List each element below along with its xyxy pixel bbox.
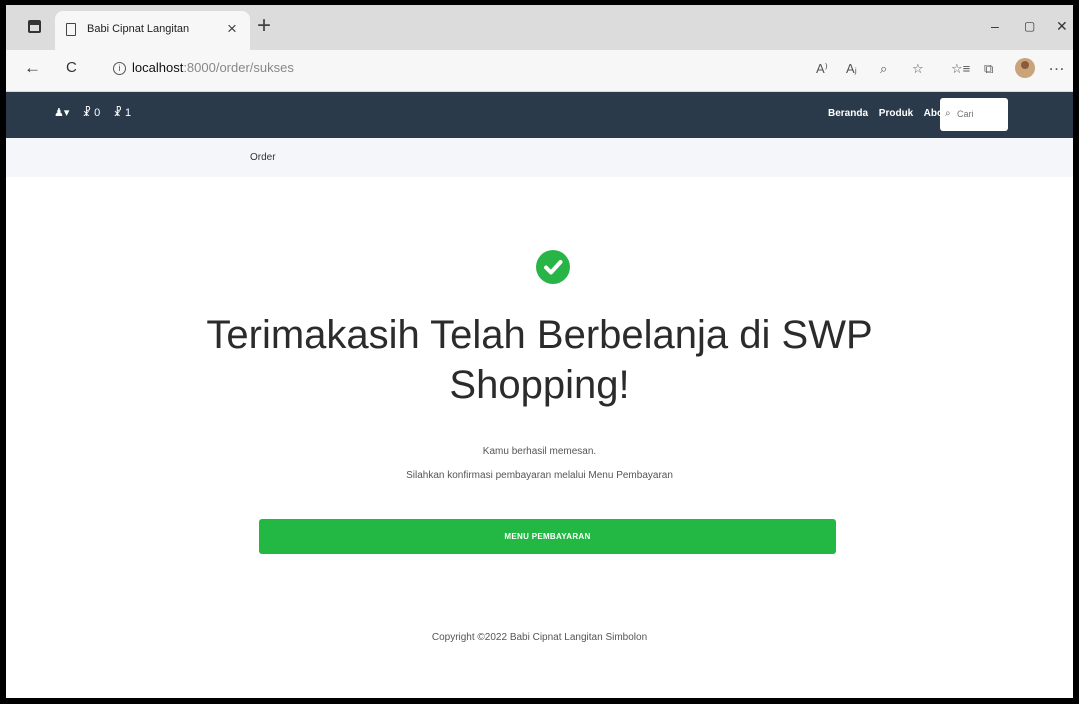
- search-input[interactable]: [957, 107, 1002, 121]
- immersive-reader-icon[interactable]: Aⱼ: [846, 61, 857, 77]
- navbar-left: ♟▾ ☧ 0 ☧ 1: [54, 106, 141, 119]
- browser-tab[interactable]: Babi Cipnat Langitan ×: [55, 11, 250, 50]
- title-line-1: Terimakasih Telah Berbelanja di SWP: [206, 313, 873, 357]
- breadcrumb-current: Order: [250, 152, 276, 163]
- tab-actions-icon[interactable]: [28, 20, 41, 33]
- profile-avatar[interactable]: [1015, 58, 1035, 78]
- extensions-icon[interactable]: ☆: [912, 61, 924, 77]
- address-bar: ← C i localhost:8000/order/sukses A⁾ Aⱼ …: [6, 50, 1073, 92]
- zoom-icon[interactable]: ⌕: [880, 61, 887, 77]
- back-icon[interactable]: ←: [24, 58, 41, 78]
- refresh-icon[interactable]: C: [66, 59, 77, 76]
- title-line-2: Shopping!: [449, 363, 630, 407]
- close-window-icon[interactable]: ✕: [1056, 18, 1068, 35]
- footer-copyright: Copyright ©2022 Babi Cipnat Langitan Sim…: [431, 632, 648, 643]
- cart-link[interactable]: ☧ 0: [82, 107, 100, 119]
- url-path: :8000/order/sukses: [183, 60, 294, 75]
- payment-instruction: Silahkan konfirmasi pembayaran melalui M…: [406, 470, 673, 481]
- tab-close-icon[interactable]: ×: [227, 19, 237, 39]
- read-aloud-icon[interactable]: A⁾: [816, 61, 828, 77]
- new-tab-icon[interactable]: +: [257, 12, 271, 40]
- search-box: ⌕: [940, 98, 1008, 131]
- nav-link-beranda[interactable]: Beranda: [828, 108, 868, 119]
- success-message: Kamu berhasil memesan.: [482, 446, 597, 457]
- url-host: localhost: [132, 60, 184, 75]
- tab-title: Babi Cipnat Langitan: [87, 23, 190, 35]
- page-title: Terimakasih Telah Berbelanja di SWP Shop…: [6, 310, 1073, 410]
- nav-link-produk[interactable]: Produk: [879, 108, 913, 119]
- browser-window: Babi Cipnat Langitan × + – ▢ ✕ ← C i loc…: [0, 0, 1079, 704]
- collections-icon[interactable]: ⧉: [984, 61, 993, 77]
- user-menu[interactable]: ♟▾: [54, 107, 69, 119]
- more-icon[interactable]: …: [1048, 55, 1065, 75]
- maximize-icon[interactable]: ▢: [1024, 19, 1035, 33]
- tab-strip: Babi Cipnat Langitan × + – ▢ ✕: [6, 5, 1073, 50]
- search-icon: ⌕: [945, 108, 951, 119]
- order-link[interactable]: ☧ 1: [113, 107, 131, 119]
- breadcrumb: Order: [6, 138, 1073, 177]
- payment-menu-button[interactable]: MENU PEMBAYARAN: [259, 519, 836, 554]
- minimize-icon[interactable]: –: [991, 18, 999, 34]
- page-icon: [66, 23, 76, 36]
- url-field[interactable]: localhost:8000/order/sukses: [132, 60, 294, 75]
- info-icon[interactable]: i: [113, 62, 126, 75]
- success-check-icon: [536, 250, 570, 284]
- favorites-icon[interactable]: ☆≡: [951, 61, 970, 77]
- site-navbar: ♟▾ ☧ 0 ☧ 1 Beranda Produk About Us ⌕: [6, 92, 1073, 138]
